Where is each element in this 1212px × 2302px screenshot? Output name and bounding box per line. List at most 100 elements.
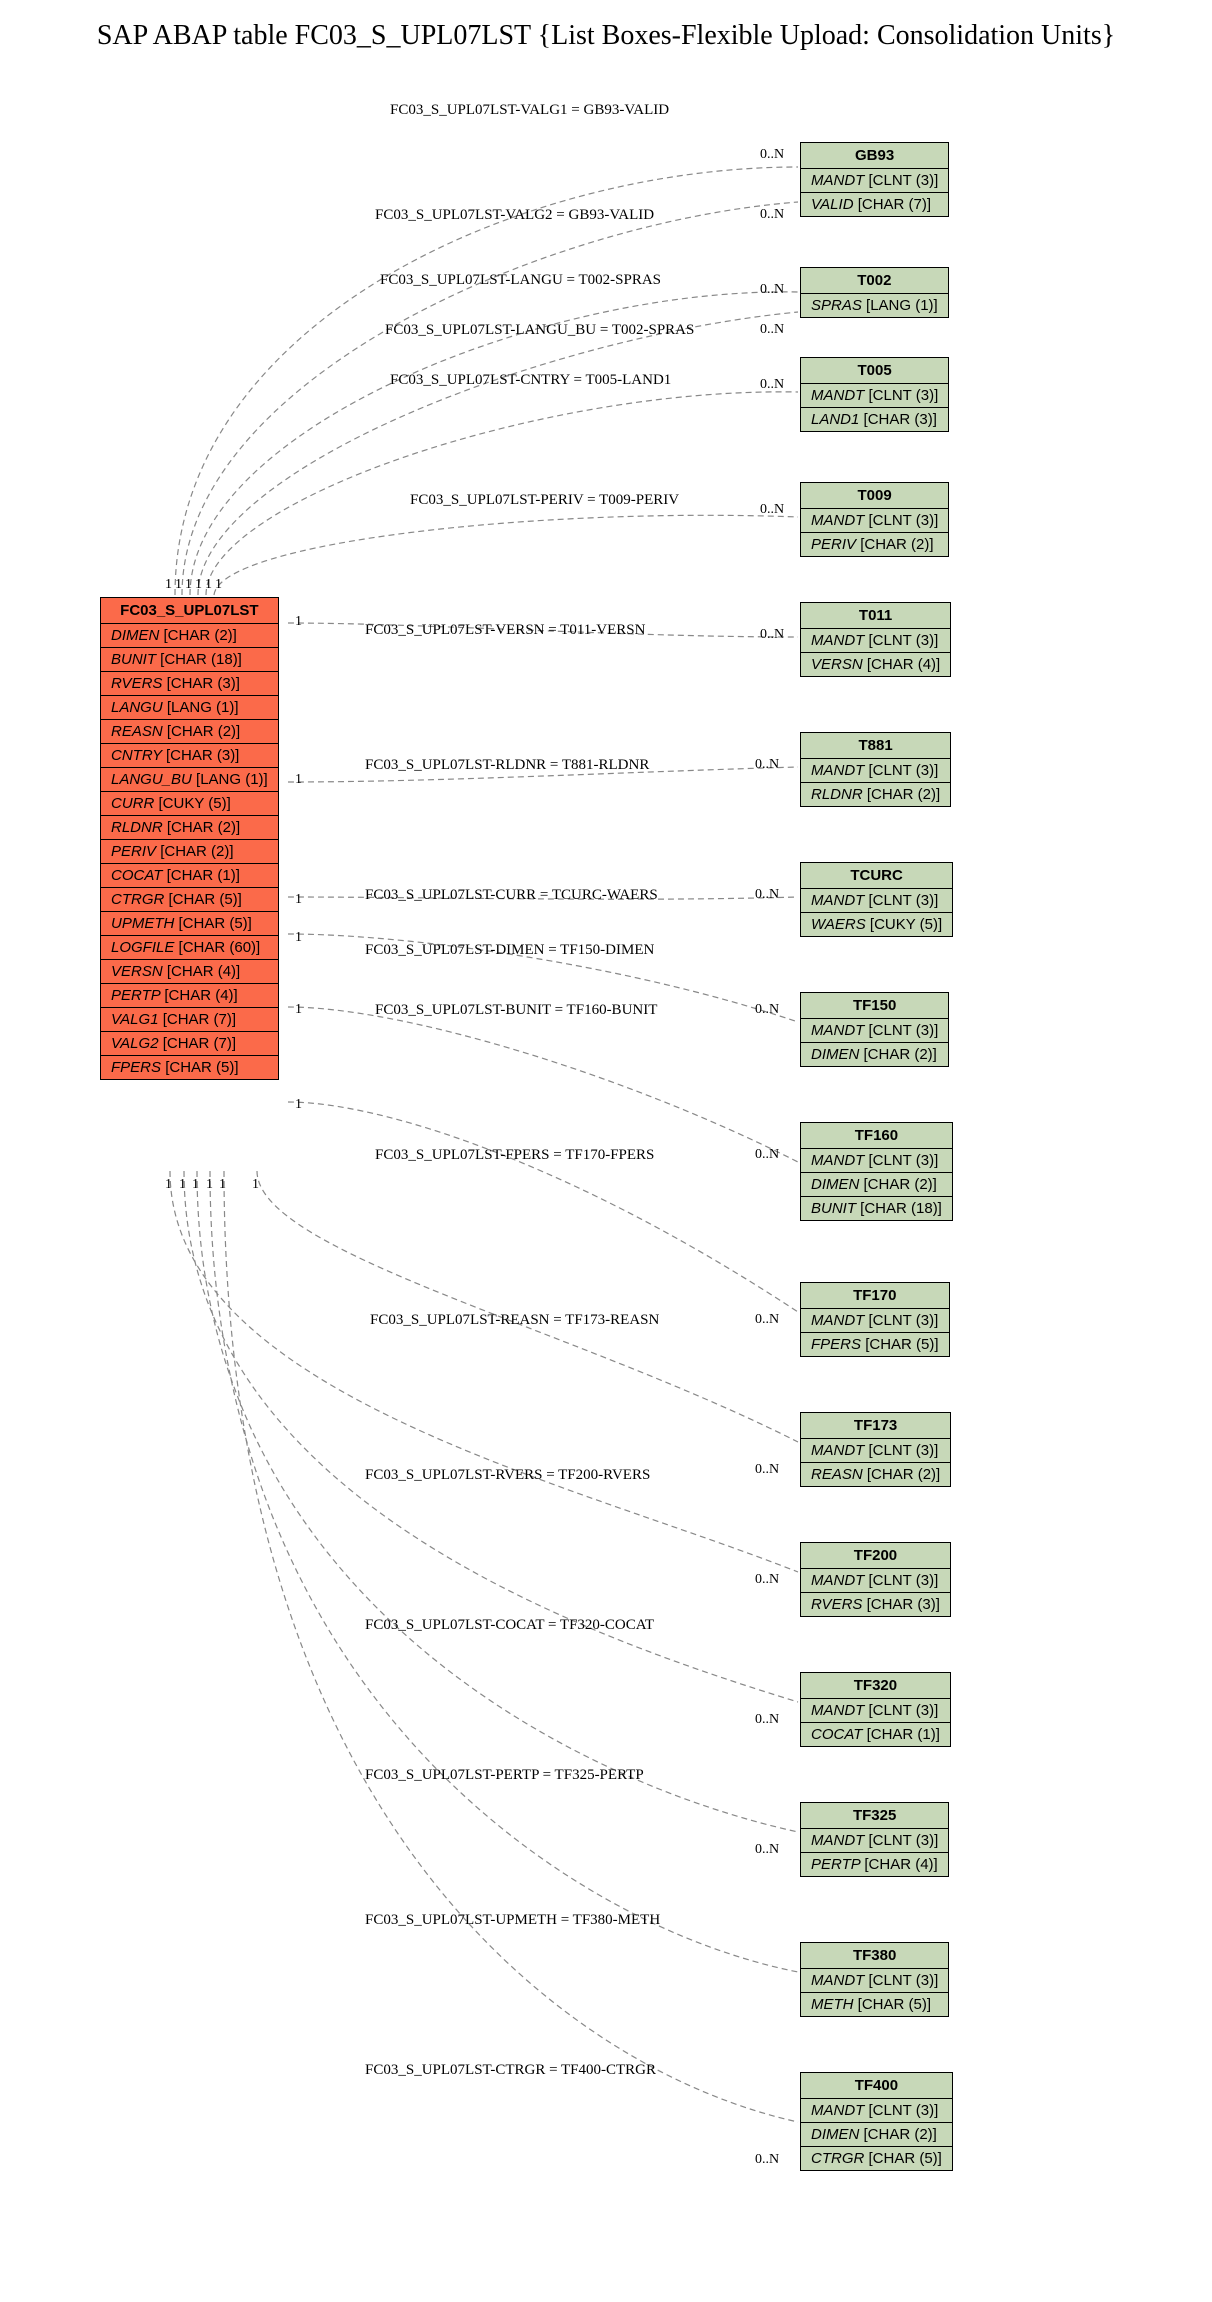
- entity-field: BUNIT [CHAR (18)]: [101, 648, 278, 672]
- entity-field: RLDNR [CHAR (2)]: [101, 816, 278, 840]
- cardinality-dst: 0..N: [760, 322, 784, 338]
- entity-fc03_s_upl07lst: FC03_S_UPL07LSTDIMEN [CHAR (2)]BUNIT [CH…: [100, 597, 279, 1080]
- entity-field: VALG1 [CHAR (7)]: [101, 1008, 278, 1032]
- cardinality-src: 1: [195, 577, 202, 593]
- entity-field: FPERS [CHAR (5)]: [801, 1333, 949, 1356]
- entity-field: DIMEN [CHAR (2)]: [801, 1173, 952, 1197]
- relationship-label: FC03_S_UPL07LST-CURR = TCURC-WAERS: [365, 887, 658, 904]
- entity-header: T881: [801, 733, 950, 759]
- entity-field: PERTP [CHAR (4)]: [801, 1853, 948, 1876]
- cardinality-dst: 0..N: [760, 282, 784, 298]
- cardinality-dst: 0..N: [755, 1312, 779, 1328]
- cardinality-src: 1: [165, 577, 172, 593]
- relationship-label: FC03_S_UPL07LST-VERSN = T011-VERSN: [365, 622, 645, 639]
- entity-header: FC03_S_UPL07LST: [101, 598, 278, 624]
- entity-field: MANDT [CLNT (3)]: [801, 629, 950, 653]
- cardinality-src: 1: [252, 1177, 259, 1193]
- entity-field: COCAT [CHAR (1)]: [801, 1723, 950, 1746]
- cardinality-src: 1: [192, 1177, 199, 1193]
- entity-tf200: TF200MANDT [CLNT (3)]RVERS [CHAR (3)]: [800, 1542, 951, 1617]
- cardinality-dst: 0..N: [760, 207, 784, 223]
- entity-field: VALG2 [CHAR (7)]: [101, 1032, 278, 1056]
- cardinality-dst: 0..N: [755, 1712, 779, 1728]
- cardinality-src: 1: [175, 577, 182, 593]
- entity-field: MANDT [CLNT (3)]: [801, 1829, 948, 1853]
- entity-t011: T011MANDT [CLNT (3)]VERSN [CHAR (4)]: [800, 602, 951, 677]
- entity-header: TF325: [801, 1803, 948, 1829]
- entity-gb93: GB93MANDT [CLNT (3)]VALID [CHAR (7)]: [800, 142, 949, 217]
- cardinality-src: 1: [219, 1177, 226, 1193]
- connector-lines: [20, 72, 1192, 2272]
- relationship-label: FC03_S_UPL07LST-VALG2 = GB93-VALID: [375, 207, 654, 224]
- cardinality-src: 1: [295, 772, 302, 788]
- entity-tf400: TF400MANDT [CLNT (3)]DIMEN [CHAR (2)]CTR…: [800, 2072, 953, 2171]
- entity-field: MANDT [CLNT (3)]: [801, 2099, 952, 2123]
- entity-field: UPMETH [CHAR (5)]: [101, 912, 278, 936]
- entity-field: FPERS [CHAR (5)]: [101, 1056, 278, 1079]
- entity-field: DIMEN [CHAR (2)]: [801, 2123, 952, 2147]
- entity-t005: T005MANDT [CLNT (3)]LAND1 [CHAR (3)]: [800, 357, 949, 432]
- relationship-label: FC03_S_UPL07LST-UPMETH = TF380-METH: [365, 1912, 660, 1929]
- entity-field: CNTRY [CHAR (3)]: [101, 744, 278, 768]
- entity-field: MANDT [CLNT (3)]: [801, 509, 948, 533]
- relationship-label: FC03_S_UPL07LST-PERTP = TF325-PERTP: [365, 1767, 644, 1784]
- entity-field: RVERS [CHAR (3)]: [801, 1593, 950, 1616]
- entity-field: METH [CHAR (5)]: [801, 1993, 948, 2016]
- entity-header: TF160: [801, 1123, 952, 1149]
- entity-header: T005: [801, 358, 948, 384]
- entity-tf320: TF320MANDT [CLNT (3)]COCAT [CHAR (1)]: [800, 1672, 951, 1747]
- entity-t009: T009MANDT [CLNT (3)]PERIV [CHAR (2)]: [800, 482, 949, 557]
- cardinality-src: 1: [295, 930, 302, 946]
- cardinality-src: 1: [295, 614, 302, 630]
- entity-tf325: TF325MANDT [CLNT (3)]PERTP [CHAR (4)]: [800, 1802, 949, 1877]
- entity-field: CTRGR [CHAR (5)]: [101, 888, 278, 912]
- cardinality-dst: 0..N: [755, 2152, 779, 2168]
- entity-field: LANGU_BU [LANG (1)]: [101, 768, 278, 792]
- entity-field: MANDT [CLNT (3)]: [801, 1569, 950, 1593]
- cardinality-src: 1: [165, 1177, 172, 1193]
- relationship-label: FC03_S_UPL07LST-CTRGR = TF400-CTRGR: [365, 2062, 656, 2079]
- entity-field: CURR [CUKY (5)]: [101, 792, 278, 816]
- relationship-label: FC03_S_UPL07LST-PERIV = T009-PERIV: [410, 492, 679, 509]
- relationship-label: FC03_S_UPL07LST-LANGU = T002-SPRAS: [380, 272, 661, 289]
- entity-field: MANDT [CLNT (3)]: [801, 1309, 949, 1333]
- relationship-label: FC03_S_UPL07LST-RLDNR = T881-RLDNR: [365, 757, 649, 774]
- entity-field: CTRGR [CHAR (5)]: [801, 2147, 952, 2170]
- entity-field: MANDT [CLNT (3)]: [801, 1969, 948, 1993]
- relationship-label: FC03_S_UPL07LST-FPERS = TF170-FPERS: [375, 1147, 654, 1164]
- entity-tf150: TF150MANDT [CLNT (3)]DIMEN [CHAR (2)]: [800, 992, 949, 1067]
- relationship-label: FC03_S_UPL07LST-RVERS = TF200-RVERS: [365, 1467, 650, 1484]
- cardinality-dst: 0..N: [755, 887, 779, 903]
- entity-field: MANDT [CLNT (3)]: [801, 169, 948, 193]
- entity-field: MANDT [CLNT (3)]: [801, 1439, 950, 1463]
- cardinality-dst: 0..N: [755, 1462, 779, 1478]
- cardinality-dst: 0..N: [755, 1842, 779, 1858]
- entity-header: T009: [801, 483, 948, 509]
- relationship-label: FC03_S_UPL07LST-LANGU_BU = T002-SPRAS: [385, 322, 694, 339]
- cardinality-src: 1: [206, 1177, 213, 1193]
- cardinality-dst: 0..N: [760, 502, 784, 518]
- entity-field: VERSN [CHAR (4)]: [101, 960, 278, 984]
- er-diagram: FC03_S_UPL07LSTDIMEN [CHAR (2)]BUNIT [CH…: [20, 72, 1192, 2272]
- entity-field: LANGU [LANG (1)]: [101, 696, 278, 720]
- entity-header: T011: [801, 603, 950, 629]
- entity-field: REASN [CHAR (2)]: [101, 720, 278, 744]
- entity-field: DIMEN [CHAR (2)]: [801, 1043, 948, 1066]
- entity-field: MANDT [CLNT (3)]: [801, 889, 952, 913]
- cardinality-dst: 0..N: [755, 757, 779, 773]
- entity-field: BUNIT [CHAR (18)]: [801, 1197, 952, 1220]
- relationship-label: FC03_S_UPL07LST-REASN = TF173-REASN: [370, 1312, 659, 1329]
- entity-t881: T881MANDT [CLNT (3)]RLDNR [CHAR (2)]: [800, 732, 951, 807]
- entity-tf380: TF380MANDT [CLNT (3)]METH [CHAR (5)]: [800, 1942, 949, 2017]
- entity-field: PERIV [CHAR (2)]: [101, 840, 278, 864]
- relationship-label: FC03_S_UPL07LST-BUNIT = TF160-BUNIT: [375, 1002, 657, 1019]
- relationship-label: FC03_S_UPL07LST-CNTRY = T005-LAND1: [390, 372, 671, 389]
- entity-field: MANDT [CLNT (3)]: [801, 759, 950, 783]
- cardinality-src: 1: [295, 1097, 302, 1113]
- entity-field: SPRAS [LANG (1)]: [801, 294, 948, 317]
- entity-header: TF173: [801, 1413, 950, 1439]
- entity-field: PERTP [CHAR (4)]: [101, 984, 278, 1008]
- entity-field: MANDT [CLNT (3)]: [801, 1149, 952, 1173]
- entity-tf160: TF160MANDT [CLNT (3)]DIMEN [CHAR (2)]BUN…: [800, 1122, 953, 1221]
- entity-field: LAND1 [CHAR (3)]: [801, 408, 948, 431]
